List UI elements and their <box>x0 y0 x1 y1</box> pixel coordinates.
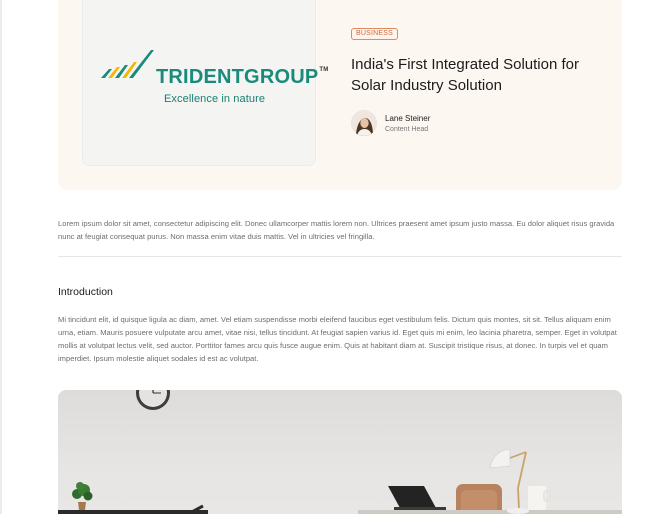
article-title: India's First Integrated Solution for So… <box>351 56 579 94</box>
logo-brand-text: TRIDENTGROUP <box>156 66 319 88</box>
office-scene-illustration <box>58 390 622 514</box>
article-logo-card: TRIDENTGROUPTM Excellence in nature <box>82 0 328 166</box>
logo-wordmark: TRIDENTGROUPTM <box>156 67 328 87</box>
logo-trademark: TM <box>319 67 329 73</box>
lead-paragraph: Lorem ipsum dolor sit amet, consectetur … <box>58 219 615 241</box>
author-avatar[interactable] <box>351 110 377 136</box>
author-portrait-icon <box>351 110 377 136</box>
article-hero: TRIDENTGROUPTM Excellence in nature BUSI… <box>58 0 622 190</box>
potted-plant-icon <box>72 482 93 510</box>
logo-tagline: Excellence in nature <box>164 93 266 105</box>
author-name[interactable]: Lane Steiner <box>385 114 430 123</box>
category-badge[interactable]: BUSINESS <box>351 28 398 40</box>
office-chair-icon <box>456 484 502 514</box>
laptop-icon <box>388 486 446 511</box>
wall-clock-icon <box>136 390 170 410</box>
office-photo <box>58 390 622 514</box>
desk-icon <box>358 510 622 514</box>
trident-logo-mark <box>101 50 154 78</box>
section-divider <box>58 256 622 257</box>
page-left-border <box>0 0 2 514</box>
introduction-heading: Introduction <box>58 286 113 298</box>
shelf-icon <box>58 510 208 514</box>
author-role: Content Head <box>385 126 429 133</box>
introduction-body: Mi tincidunt elit, id quisque ligula ac … <box>58 315 617 363</box>
mug-icon <box>528 486 551 510</box>
